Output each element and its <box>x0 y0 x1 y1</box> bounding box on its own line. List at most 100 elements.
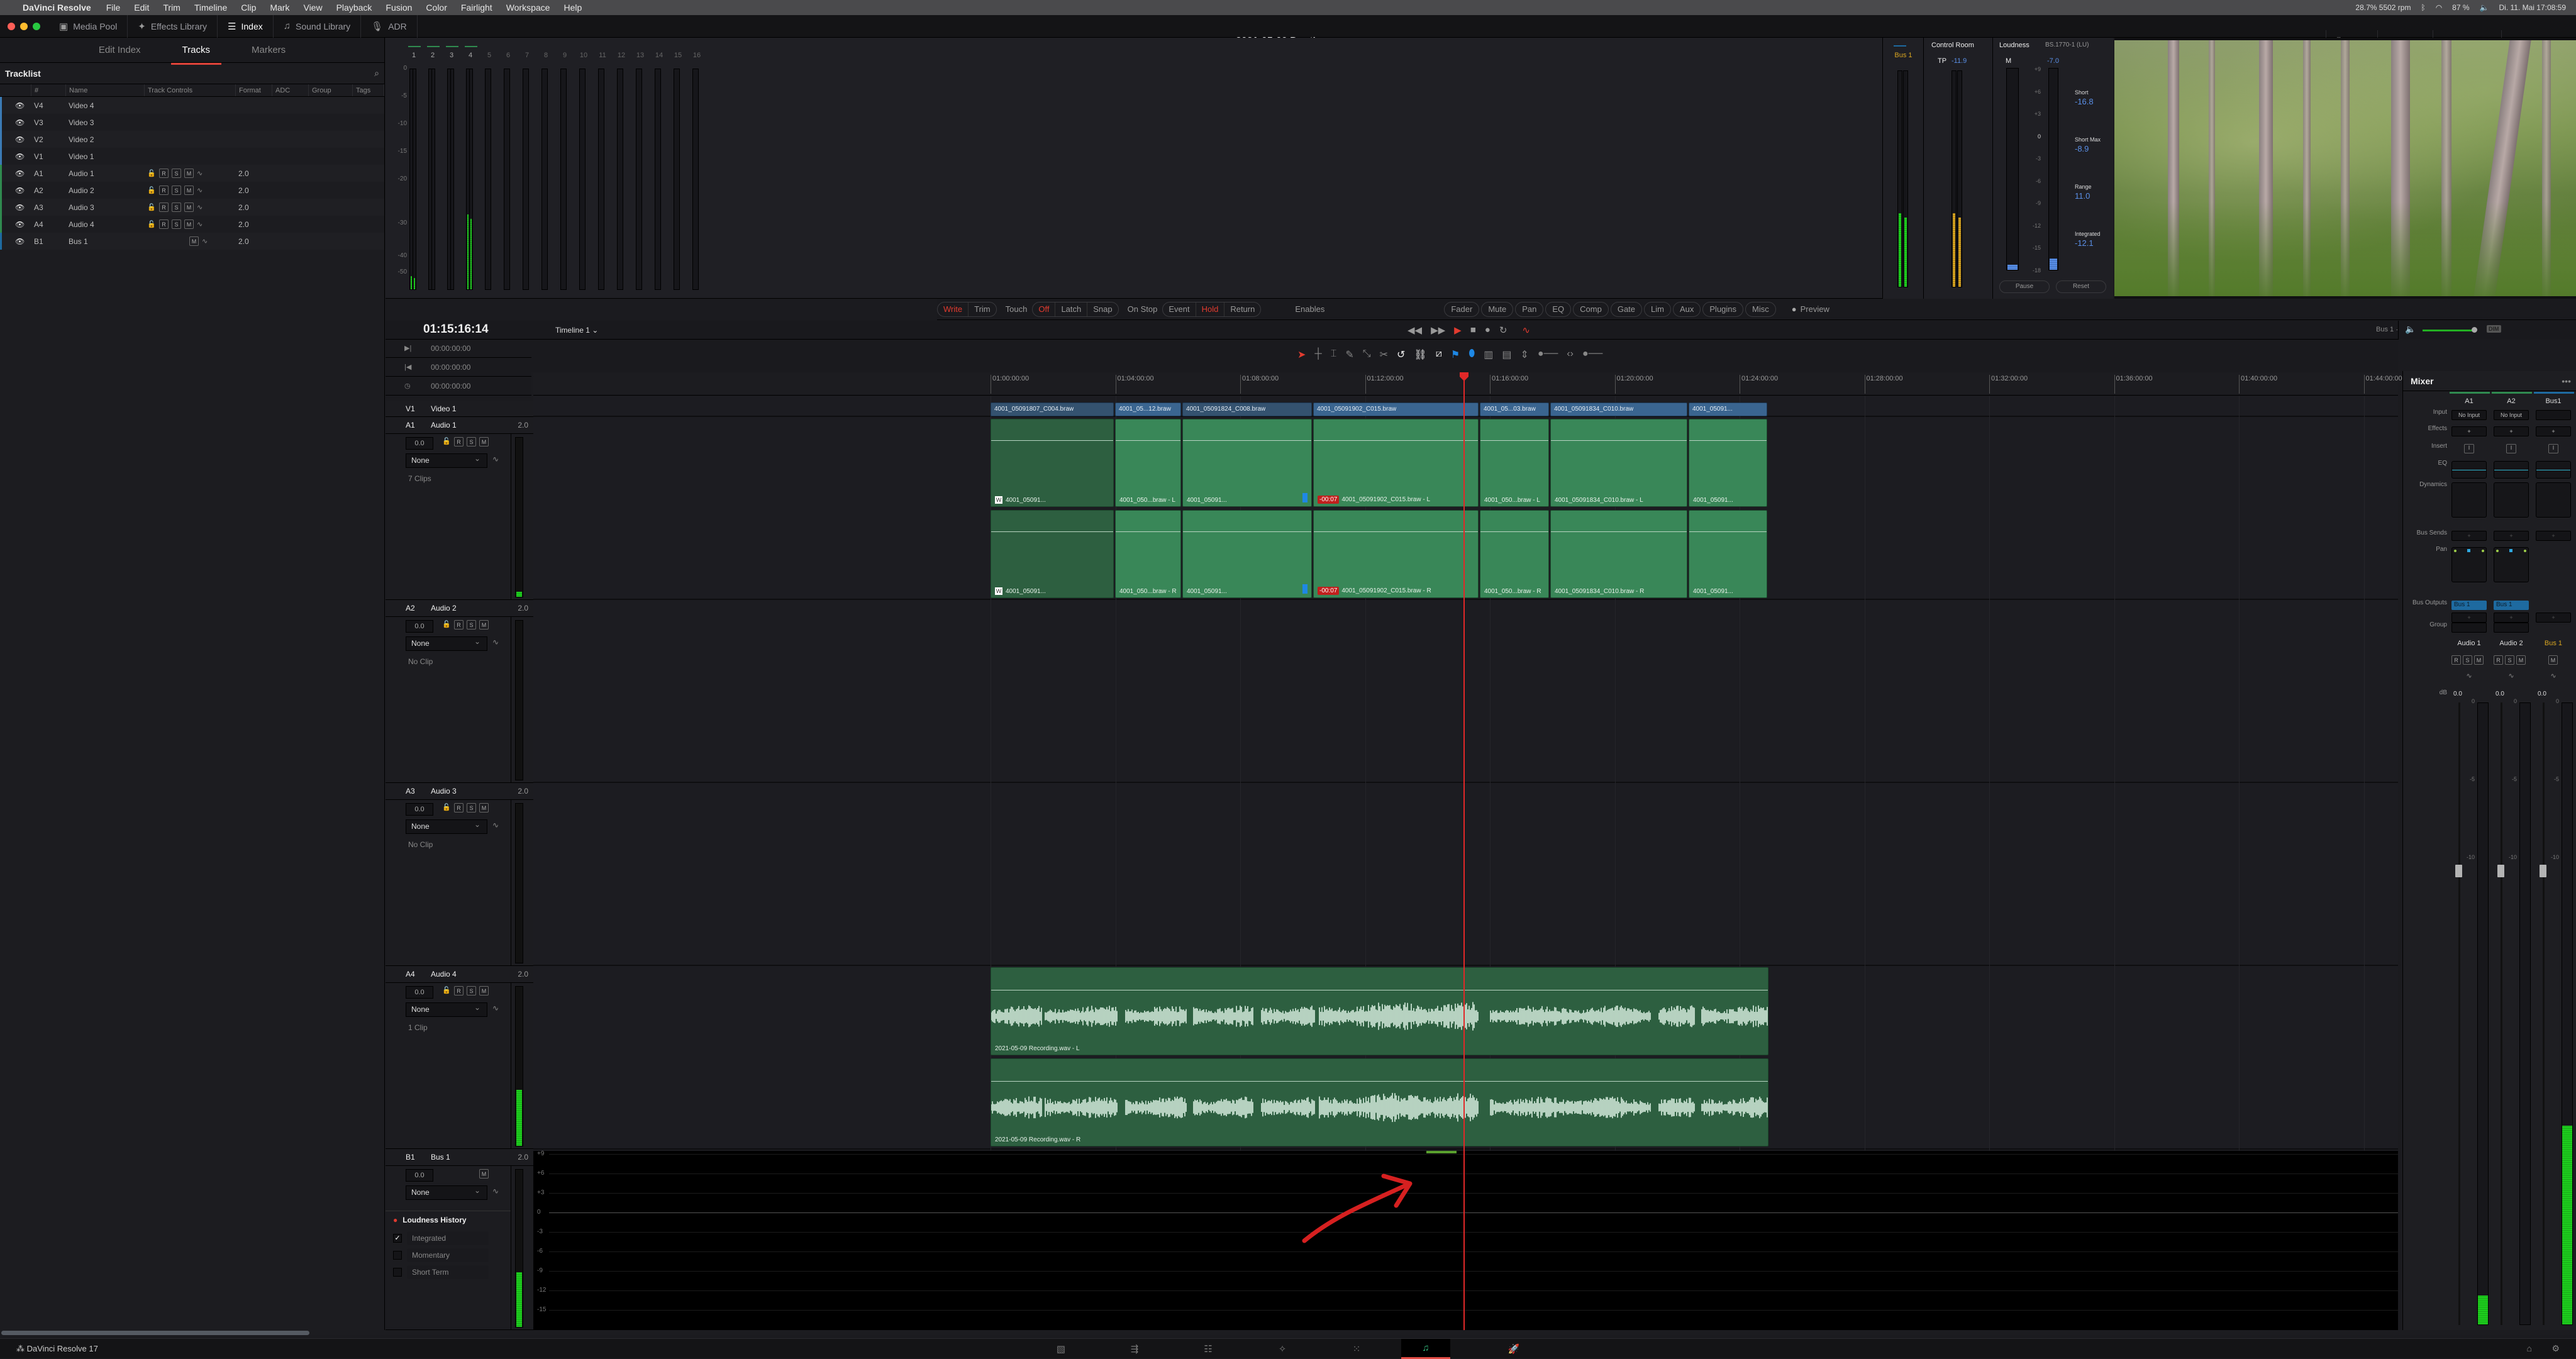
mute-button[interactable]: M <box>184 202 194 212</box>
record-arm-button[interactable]: R <box>2451 655 2461 665</box>
loudness-option[interactable]: ✓ Integrated <box>393 1231 489 1245</box>
mute-button[interactable]: M <box>189 236 199 246</box>
track-preset-select[interactable]: None <box>406 452 487 468</box>
track-name[interactable]: Video 3 <box>69 118 147 127</box>
menu-help[interactable]: Help <box>564 3 582 13</box>
col-adc[interactable]: ADC <box>272 84 309 96</box>
pencil-tool-icon[interactable]: ✎ <box>1345 348 1353 361</box>
pan-control[interactable] <box>2451 547 2487 582</box>
track-height-icon[interactable]: ▤ <box>1502 348 1511 361</box>
preview-label[interactable]: Preview <box>1801 304 1829 314</box>
automation-icon[interactable]: ∿ <box>492 638 499 646</box>
more-options-icon[interactable]: ••• <box>2562 376 2571 386</box>
track-name[interactable]: Video 1 <box>69 152 147 161</box>
record-arm-button[interactable]: R <box>159 219 169 229</box>
audio-clip[interactable]: 4001_05091... <box>1689 510 1767 598</box>
vertical-zoom-icon[interactable]: ⇕ <box>1521 348 1529 361</box>
track-volume-field[interactable]: 0.0 <box>406 437 433 450</box>
touch-latch-button[interactable]: Latch <box>1055 302 1088 316</box>
mute-button[interactable]: M <box>479 803 489 813</box>
add-bus-output-button[interactable]: + <box>2494 613 2529 623</box>
enable-aux[interactable]: Aux <box>1672 301 1701 317</box>
eye-icon[interactable]: 👁 <box>15 152 34 161</box>
track-name[interactable]: Audio 3 <box>69 203 147 212</box>
clock[interactable]: Di. 11. Mai 17:08:59 <box>2499 3 2566 12</box>
col-number[interactable]: # <box>31 84 66 96</box>
video-clip[interactable]: 4001_05091834_C010.braw <box>1550 402 1687 416</box>
sound-library-button[interactable]: ♫ Sound Library <box>274 14 362 38</box>
fader-track[interactable] <box>2501 702 2502 1325</box>
audio-clip[interactable]: 4001_05091... <box>1689 419 1767 507</box>
record-arm-button[interactable]: R <box>454 620 464 630</box>
track-name[interactable]: Video 2 <box>69 135 147 144</box>
page-media[interactable]: ▧ <box>1036 1339 1085 1359</box>
tracklist-row[interactable]: 👁 V3 Video 3 <box>0 114 384 131</box>
tracklist-row[interactable]: 👁 A3 Audio 3 🔓 R S M ∿ 2.0 <box>0 199 384 216</box>
eye-icon[interactable]: 👁 <box>15 220 34 229</box>
enable-lim[interactable]: Lim <box>1644 301 1671 317</box>
loudness-reset-button[interactable]: Reset <box>2056 280 2106 293</box>
track-preset-select[interactable]: None <box>406 1001 487 1017</box>
automation-icon[interactable]: ∿ <box>492 1004 499 1012</box>
auto-crossfade-icon[interactable]: ⧄ <box>1436 348 1442 361</box>
cpu-status[interactable]: 28.7% 5502 rpm <box>2355 3 2411 12</box>
group-select[interactable] <box>2494 623 2529 633</box>
touch-snap-button[interactable]: Snap <box>1087 302 1118 316</box>
tab-tracks[interactable]: Tracks <box>170 40 222 65</box>
speaker-icon[interactable]: 🔈 <box>2405 324 2416 335</box>
timeline-selector[interactable]: Timeline 1 ⌄ <box>555 326 598 335</box>
marker-flag-icon[interactable] <box>1302 584 1307 594</box>
audio-clip[interactable]: 4001_050...braw - L <box>1115 419 1181 507</box>
solo-button[interactable]: S <box>172 202 181 212</box>
lock-icon[interactable]: 🔓 <box>147 203 156 211</box>
eye-icon[interactable]: 👁 <box>15 169 34 178</box>
menu-clip[interactable]: Clip <box>241 3 256 13</box>
automation-icon[interactable]: ∿ <box>202 237 212 245</box>
tracklist-row[interactable]: 👁 V2 Video 2 <box>0 131 384 148</box>
track-name[interactable]: Audio 2 <box>431 604 457 613</box>
checkbox[interactable] <box>393 1268 402 1277</box>
audio-clip[interactable]: -00:07 4001_05091902_C015.braw - L <box>1313 419 1479 507</box>
tracklist-row[interactable]: 👁 V1 Video 1 <box>0 148 384 165</box>
track-name[interactable]: Bus 1 <box>431 1153 450 1162</box>
solo-button[interactable]: S <box>467 986 476 996</box>
page-deliver[interactable]: 🚀 <box>1489 1339 1538 1359</box>
col-track-controls[interactable]: Track Controls <box>145 84 236 96</box>
clip-volume-line[interactable] <box>1116 440 1180 441</box>
track-preset-select[interactable]: None <box>406 1184 487 1200</box>
clip-volume-line[interactable] <box>1314 531 1478 532</box>
tab-edit-index[interactable]: Edit Index <box>94 40 146 60</box>
record-button[interactable]: ● <box>1485 324 1491 336</box>
fader-db-value[interactable]: 0.0 <box>2453 691 2462 697</box>
audio-clip[interactable]: 4001_05091834_C010.braw - R <box>1550 510 1687 598</box>
loudness-pause-button[interactable]: Pause <box>1999 280 2050 293</box>
fade-tool-icon[interactable]: ⤡ <box>1363 348 1371 361</box>
trim-button[interactable]: Trim <box>969 302 996 316</box>
menu-trim[interactable]: Trim <box>163 3 180 13</box>
fast-forward-button[interactable]: ▶▶ <box>1431 324 1445 336</box>
eq-thumbnail[interactable] <box>2536 461 2571 479</box>
track-name[interactable]: Audio 3 <box>431 787 457 796</box>
eye-icon[interactable]: 👁 <box>15 186 34 195</box>
selection-tool-icon[interactable]: ➤ <box>1297 348 1306 361</box>
enable-misc[interactable]: Misc <box>1745 301 1776 317</box>
page-edit[interactable]: ☷ <box>1184 1339 1233 1359</box>
search-icon[interactable]: ⌕ <box>374 68 379 79</box>
automation-icon[interactable]: ∿ <box>1522 324 1530 336</box>
bluetooth-icon[interactable]: ᛒ <box>2421 3 2425 12</box>
track-volume-field[interactable]: 0.0 <box>406 620 433 633</box>
mixer-input-select[interactable]: No Input <box>2451 410 2487 420</box>
eye-icon[interactable]: 👁 <box>15 237 34 246</box>
mute-button[interactable]: M <box>2516 655 2526 665</box>
insert-button[interactable]: I <box>2506 444 2516 453</box>
home-icon[interactable]: ⌂ <box>2527 1343 2532 1353</box>
eye-icon[interactable]: 👁 <box>15 135 34 144</box>
trim-tool-icon[interactable]: ⌶ <box>1331 348 1337 361</box>
mute-button[interactable]: M <box>479 437 489 447</box>
menu-app-name[interactable]: DaVinci Resolve <box>23 3 91 13</box>
audio-clip[interactable]: 2021-05-09 Recording.wav - R <box>991 1058 1768 1146</box>
menu-playback[interactable]: Playback <box>336 3 372 13</box>
add-bus-send-button[interactable]: + <box>2494 531 2529 541</box>
lock-icon[interactable]: 🔓 <box>442 437 451 447</box>
menu-file[interactable]: File <box>106 3 121 13</box>
